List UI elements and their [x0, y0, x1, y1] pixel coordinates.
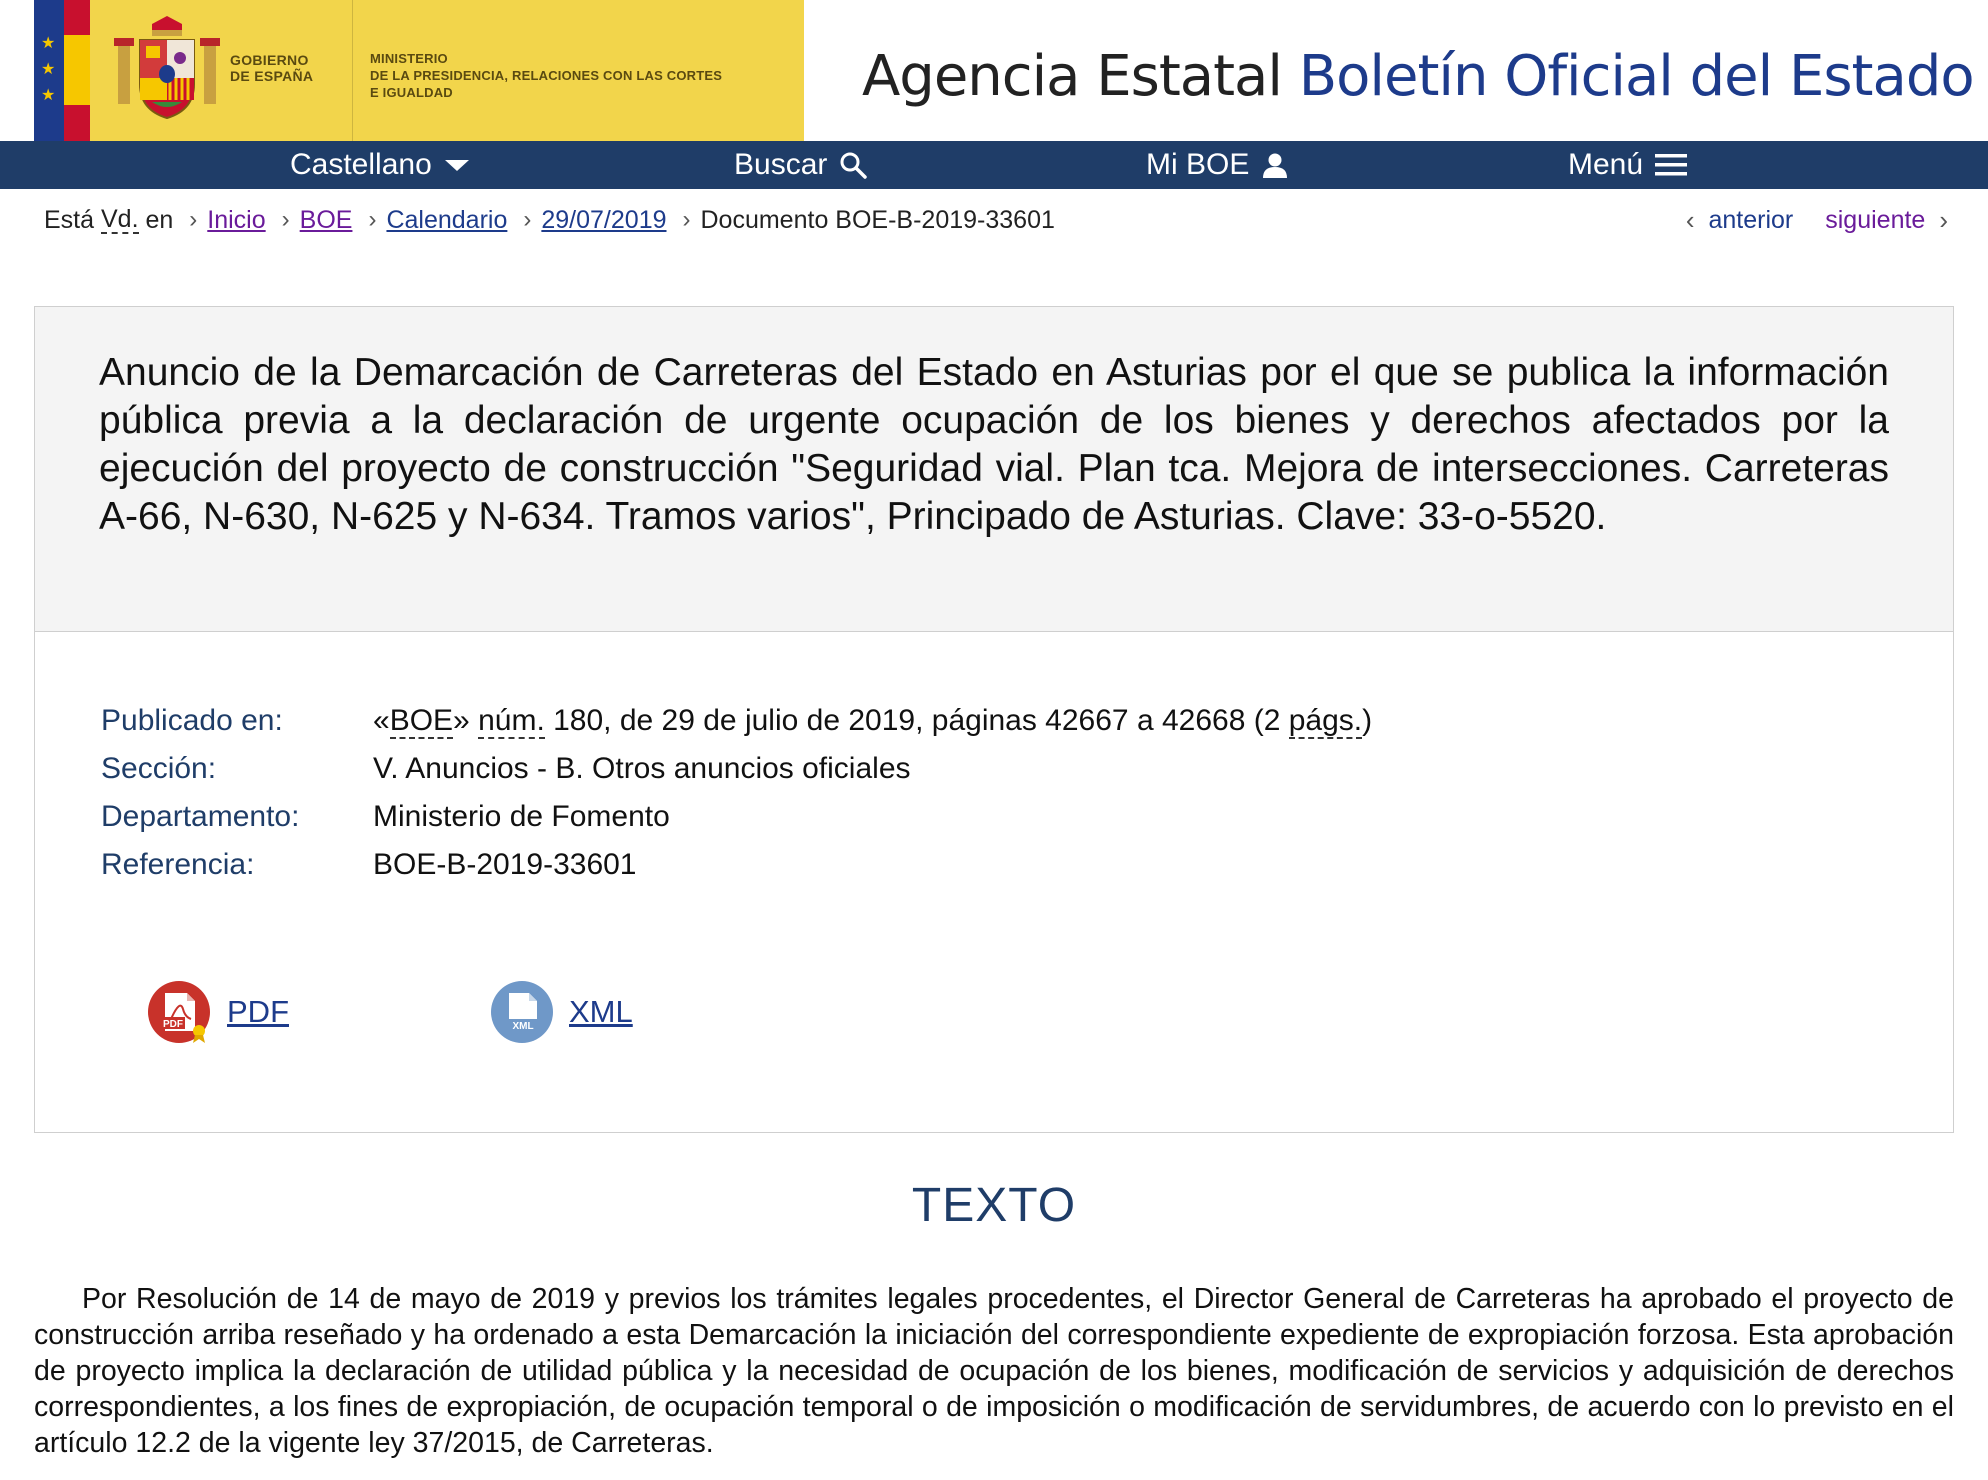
reference-value: BOE-B-2019-33601	[373, 848, 637, 881]
xml-download[interactable]: XML XML	[489, 979, 633, 1045]
download-links: PDF PDF XML XML	[147, 979, 833, 1045]
site-title[interactable]: Agencia Estatal Boletín Oficial del Esta…	[862, 44, 1975, 109]
department-value: Ministerio de Fomento	[373, 800, 670, 833]
ministry-label: MINISTERIO DE LA PRESIDENCIA, RELACIONES…	[370, 50, 790, 101]
document-pager: ‹ anterior siguiente ›	[1686, 203, 1948, 237]
breadcrumb-link-boe[interactable]: BOE	[300, 203, 353, 237]
document-title: Anuncio de la Demarcación de Carreteras …	[99, 351, 1889, 538]
chevron-right-icon: ›	[368, 206, 377, 233]
ministry-line: DE LA PRESIDENCIA, RELACIONES CON LAS CO…	[370, 68, 723, 83]
gov-line: GOBIERNO	[230, 52, 309, 68]
meta-row-section: Sección: V. Anuncios - B. Otros anuncios…	[101, 745, 1372, 793]
chevron-right-icon: ›	[281, 206, 290, 233]
pdf-file-icon[interactable]: PDF	[147, 979, 213, 1045]
my-boe-button[interactable]: Mi BOE	[1146, 141, 1289, 189]
government-banner[interactable]: ★ ★ ★ GOBIERNO DE ESPAÑA MINISTERIO DE L…	[34, 0, 804, 141]
government-label: GOBIERNO DE ESPAÑA	[230, 52, 313, 84]
chevron-right-icon: ›	[682, 206, 691, 233]
language-selector[interactable]: Castellano	[290, 141, 470, 189]
main-nav: Castellano Buscar Mi BOE Menú	[0, 141, 1988, 189]
pdf-link[interactable]: PDF	[227, 994, 289, 1030]
xml-icon-label: XML	[512, 1021, 533, 1032]
breadcrumb-prefix: Está	[44, 206, 101, 234]
my-boe-label: Mi BOE	[1146, 148, 1250, 181]
eu-spain-flag-strip: ★ ★ ★	[34, 0, 90, 141]
hamburger-menu-icon	[1655, 154, 1688, 176]
published-text: 180, de 29 de julio de 2019, páginas 426…	[544, 704, 1289, 737]
chevron-right-icon[interactable]: ›	[1939, 203, 1948, 237]
search-icon	[840, 152, 868, 179]
breadcrumb-link-inicio[interactable]: Inicio	[207, 203, 265, 237]
quote-open: «	[373, 704, 390, 737]
reference-label: Referencia:	[101, 848, 255, 881]
breadcrumb-prefix-abbr: Vd.	[100, 205, 139, 234]
breadcrumb-prefix: en	[138, 206, 174, 234]
chevron-right-icon: ›	[189, 206, 198, 233]
search-nav-button[interactable]: Buscar	[734, 141, 868, 189]
search-label: Buscar	[734, 148, 828, 181]
department-label: Departamento:	[101, 800, 300, 833]
next-document-link[interactable]: siguiente	[1825, 203, 1925, 237]
site-header: ★ ★ ★ GOBIERNO DE ESPAÑA MINISTERIO DE L…	[0, 0, 1988, 141]
published-label: Publicado en:	[101, 704, 283, 737]
document-summary: Anuncio de la Demarcación de Carreteras …	[34, 306, 1954, 1133]
abbr-pags: págs.	[1288, 704, 1363, 739]
previous-document-link[interactable]: anterior	[1708, 203, 1793, 237]
breadcrumb: Está Vd. en › Inicio › BOE › Calendario …	[44, 203, 1055, 237]
user-icon	[1263, 153, 1288, 178]
star-icon: ★	[41, 87, 56, 104]
pdf-icon-label: PDF	[163, 1019, 183, 1030]
language-label: Castellano	[290, 148, 432, 181]
star-icon: ★	[41, 35, 56, 52]
texto-heading: TEXTO	[911, 1179, 1077, 1232]
star-icon: ★	[41, 61, 56, 78]
ministry-line: E IGUALDAD	[370, 85, 453, 100]
paren-close: )	[1362, 704, 1373, 737]
abbr-boe: BOE	[389, 704, 454, 739]
published-value: «BOE» núm. 180, de 29 de julio de 2019, …	[373, 697, 1372, 745]
coat-of-arms-icon	[114, 16, 220, 120]
quote-close: »	[453, 704, 479, 737]
menu-button[interactable]: Menú	[1568, 141, 1688, 189]
site-title-highlight: Boletín Oficial del Estado	[1298, 44, 1975, 109]
chevron-left-icon[interactable]: ‹	[1686, 203, 1695, 237]
pdf-download[interactable]: PDF PDF	[147, 979, 289, 1045]
section-label: Sección:	[101, 752, 217, 785]
divider	[352, 0, 353, 141]
eu-flag: ★ ★ ★	[34, 0, 64, 141]
meta-row-department: Departamento: Ministerio de Fomento	[101, 793, 1372, 841]
gov-line: DE ESPAÑA	[230, 68, 314, 84]
breadcrumb-link-date[interactable]: 29/07/2019	[541, 203, 666, 237]
menu-label: Menú	[1568, 148, 1644, 181]
site-title-plain: Agencia Estatal	[862, 44, 1283, 109]
xml-file-icon[interactable]: XML	[489, 979, 555, 1045]
ministry-line: MINISTERIO	[370, 51, 448, 66]
abbr-num: núm.	[478, 704, 545, 739]
document-title-area: Anuncio de la Demarcación de Carreteras …	[35, 307, 1953, 632]
chevron-right-icon: ›	[523, 206, 532, 233]
breadcrumb-current: Documento BOE-B-2019-33601	[700, 206, 1055, 234]
spain-flag	[64, 0, 90, 141]
body-paragraph: Por Resolución de 14 de mayo de 2019 y p…	[34, 1283, 1954, 1459]
section-value: V. Anuncios - B. Otros anuncios oficiale…	[373, 752, 911, 785]
caret-down-icon	[444, 160, 469, 171]
xml-link[interactable]: XML	[569, 994, 633, 1030]
meta-row-published: Publicado en: «BOE» núm. 180, de 29 de j…	[101, 697, 1372, 745]
document-metadata: Publicado en: «BOE» núm. 180, de 29 de j…	[101, 697, 1372, 889]
breadcrumb-link-calendario[interactable]: Calendario	[386, 203, 507, 237]
meta-row-reference: Referencia: BOE-B-2019-33601	[101, 841, 1372, 889]
